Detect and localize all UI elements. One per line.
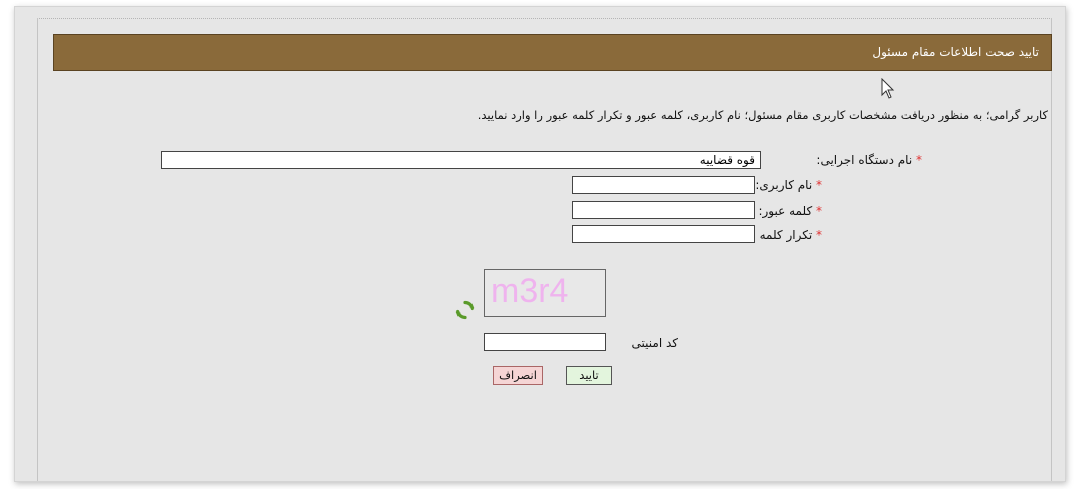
captcha-label: کد امنیتی [631, 336, 678, 350]
password-label-text: کلمه عبور: [758, 204, 813, 218]
required-mark: * [816, 204, 822, 218]
intro-text: کاربر گرامی؛ به منظور دریافت مشخصات کارب… [477, 108, 1048, 122]
mouse-cursor-icon [881, 78, 895, 99]
captcha-text: m3r4 [491, 272, 569, 310]
org-label: * نام دستگاه اجرایی: [816, 153, 922, 167]
password-field[interactable] [572, 201, 755, 219]
right-divider [1051, 18, 1052, 481]
org-field[interactable] [161, 151, 761, 169]
captcha-image: m3r4 [484, 269, 606, 317]
username-label: * نام کاربری: [755, 178, 822, 192]
confirm-button[interactable]: تایید [566, 366, 612, 385]
password-repeat-field[interactable] [572, 225, 755, 243]
org-label-text: نام دستگاه اجرایی: [816, 153, 913, 167]
section-header: تایید صحت اطلاعات مقام مسئول [53, 34, 1052, 71]
password-label: * کلمه عبور: [758, 204, 822, 218]
page-title: تایید صحت اطلاعات مقام مسئول [872, 45, 1039, 59]
refresh-arrows-icon[interactable] [455, 300, 475, 320]
required-mark: * [816, 178, 822, 192]
cancel-button[interactable]: انصراف [493, 366, 543, 385]
username-field[interactable] [572, 176, 755, 194]
required-mark: * [916, 153, 922, 167]
username-label-text: نام کاربری: [755, 178, 813, 192]
top-divider [37, 18, 1052, 19]
required-mark: * [816, 228, 822, 242]
left-divider [37, 18, 38, 481]
page-frame: تایید صحت اطلاعات مقام مسئول کاربر گرامی… [14, 6, 1066, 482]
captcha-field[interactable] [484, 333, 606, 351]
